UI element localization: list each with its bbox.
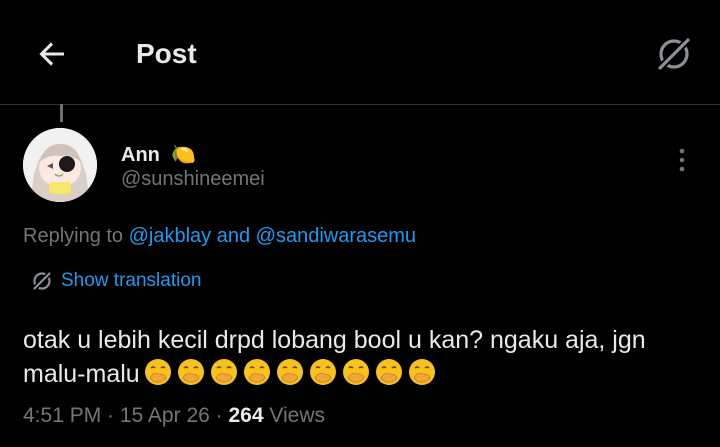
- hand-over-mouth-emoji: [309, 358, 337, 386]
- top-bar: Post: [0, 0, 720, 105]
- grok-icon[interactable]: [652, 32, 696, 76]
- hand-over-mouth-emoji: [342, 358, 370, 386]
- thread-connector: [60, 104, 63, 122]
- mention-connector: and: [211, 225, 256, 247]
- translate-icon: [32, 271, 52, 291]
- hand-over-mouth-emoji: [408, 358, 436, 386]
- more-options-icon[interactable]: [670, 146, 694, 174]
- meta-separator-2: ·: [209, 404, 229, 427]
- page-title: Post: [136, 38, 197, 69]
- author-handle[interactable]: @sunshineemei: [121, 168, 265, 191]
- hand-over-mouth-emoji: [375, 358, 403, 386]
- hand-over-mouth-emoji: [177, 358, 205, 386]
- post-date[interactable]: 15 Apr 26: [120, 404, 210, 427]
- replying-to-line: Replying to @jakblay and @sandiwarasemu: [23, 225, 416, 248]
- author-name[interactable]: Ann: [121, 144, 160, 167]
- avatar-illustration: [23, 128, 97, 202]
- tweet-meta: 4:51 PM · 15 Apr 26 · 264 Views: [23, 404, 325, 428]
- show-translation-label: Show translation: [61, 270, 202, 291]
- mention-sandiwarasemu[interactable]: @sandiwarasemu: [256, 225, 416, 247]
- show-translation-button[interactable]: Show translation: [31, 270, 201, 292]
- replying-prefix: Replying to: [23, 225, 129, 247]
- mention-jakblay[interactable]: @jakblay: [129, 225, 212, 247]
- views-count: 264: [228, 404, 264, 427]
- avatar[interactable]: [23, 128, 97, 202]
- hand-over-mouth-emoji: [210, 358, 238, 386]
- emoji-row: [144, 358, 441, 395]
- hand-over-mouth-emoji: [243, 358, 271, 386]
- hand-over-mouth-emoji: [144, 358, 172, 386]
- arrow-left-icon[interactable]: [34, 36, 70, 72]
- meta-separator: ·: [101, 404, 120, 427]
- views-label: Views: [263, 404, 325, 427]
- lemon-emoji: 🍋: [171, 144, 196, 166]
- post-time[interactable]: 4:51 PM: [23, 404, 101, 427]
- hand-over-mouth-emoji: [276, 358, 304, 386]
- tweet-text: otak u lebih kecil drpd lobang bool u ka…: [23, 323, 693, 395]
